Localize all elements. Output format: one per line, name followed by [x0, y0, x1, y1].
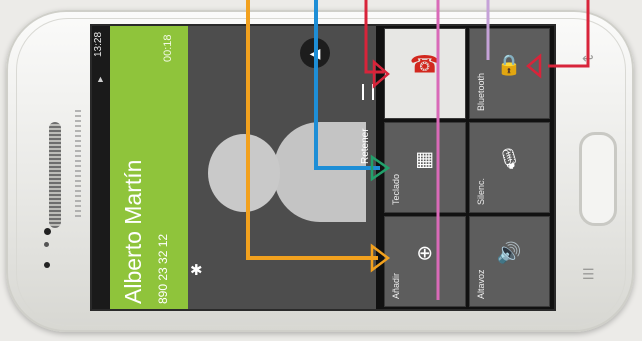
- status-time: 13:28: [93, 32, 104, 58]
- mute-button[interactable]: 🎙 Silenc.: [468, 122, 550, 213]
- mute-icon: 🎙: [496, 148, 522, 171]
- call-timer: 00:18: [162, 34, 174, 62]
- keypad-button[interactable]: ▦ Teclado: [384, 122, 466, 213]
- volume-icon[interactable]: ◀: [300, 38, 330, 68]
- back-softkey-icon[interactable]: ☰: [582, 266, 595, 283]
- proximity-sensor: [44, 242, 49, 247]
- bluetooth-button[interactable]: 🔒 Bluetooth: [468, 28, 550, 119]
- hold-indicator[interactable]: Retener: [360, 84, 374, 164]
- bluetooth-label: Bluetooth: [475, 72, 486, 111]
- menu-softkey-icon[interactable]: ↩: [582, 50, 594, 67]
- caller-number: 890 23 32 12: [156, 233, 170, 304]
- bluetooth-status-icon: ✱: [190, 262, 203, 279]
- add-call-label: Añadir: [391, 272, 401, 299]
- in-call-actions-grid: ☎ 🔒 Bluetooth ▦ Teclado 🎙 Silenc. ⊕ Añad…: [382, 26, 552, 309]
- add-call-icon: ⊕: [416, 242, 434, 265]
- hold-label: Retener: [360, 128, 371, 164]
- keypad-icon: ▦: [415, 148, 435, 171]
- bluetooth-icon: 🔒: [496, 54, 522, 77]
- contact-silhouette-body: [274, 122, 366, 222]
- end-call-button[interactable]: ☎: [384, 28, 466, 119]
- phone-screen: 13:28 ▲ Alberto Martín 890 23 32 12 00:1…: [90, 24, 556, 311]
- earpiece-speaker: [49, 122, 61, 228]
- speaker-button[interactable]: 🔊 Altavoz: [468, 216, 550, 307]
- keypad-label: Teclado: [391, 173, 401, 205]
- pause-icon: [362, 84, 374, 100]
- mute-label: Silenc.: [475, 177, 486, 205]
- speaker-label: Altavoz: [475, 269, 486, 299]
- sensor-dot: [44, 262, 50, 268]
- add-call-button[interactable]: ⊕ Añadir: [384, 216, 466, 307]
- contact-silhouette-head: [208, 134, 280, 212]
- speaker-icon: 🔊: [496, 242, 522, 265]
- front-camera: [44, 228, 51, 235]
- signal-icon: ▲: [96, 74, 105, 84]
- brand-logo: [75, 110, 81, 220]
- caller-name: Alberto Martín: [120, 159, 146, 304]
- end-call-icon: ☎: [409, 51, 440, 79]
- contact-photo-area: ◀ ✱: [188, 26, 376, 309]
- call-info-panel: Alberto Martín 890 23 32 12 00:18: [110, 26, 188, 309]
- home-button[interactable]: [579, 132, 617, 226]
- status-bar: 13:28 ▲: [92, 26, 110, 309]
